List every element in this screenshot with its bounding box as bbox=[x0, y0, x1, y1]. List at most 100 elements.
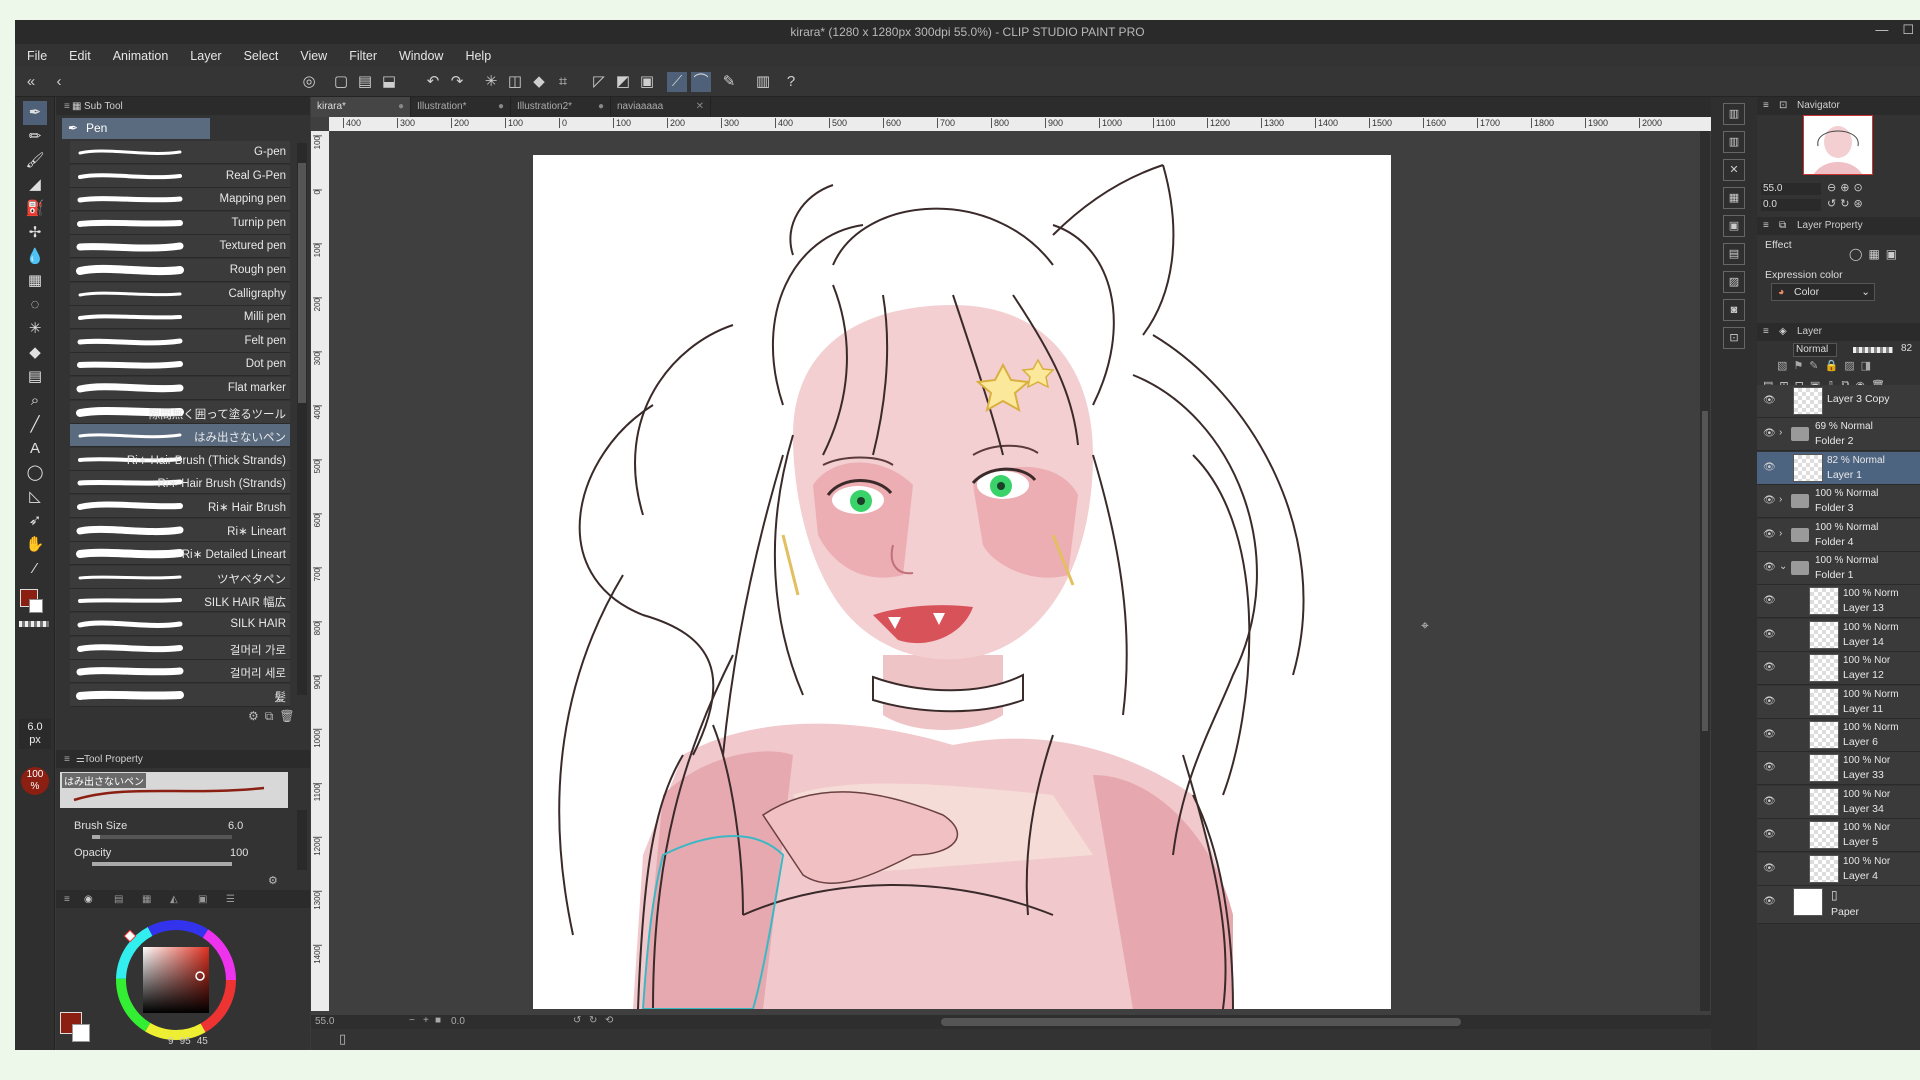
maximize-icon[interactable]: ☐ bbox=[1902, 22, 1914, 38]
visibility-eye-icon[interactable]: 👁 bbox=[1763, 529, 1776, 540]
brush-item[interactable]: ツヤベタペン bbox=[70, 565, 290, 589]
lock-transparent-icon[interactable]: ▨ bbox=[1844, 359, 1854, 372]
clear-icon[interactable]: ✳ bbox=[481, 72, 501, 92]
rotate-right-icon[interactable]: ↻ bbox=[589, 1015, 597, 1026]
brush-item[interactable]: Real G-Pen bbox=[70, 164, 290, 188]
visibility-eye-icon[interactable]: 👁 bbox=[1763, 796, 1776, 807]
layer-row[interactable]: 👁 100 % Nor Layer 4 bbox=[1757, 852, 1920, 886]
layer-color-icon[interactable]: ▣ bbox=[1886, 247, 1897, 261]
brush-item[interactable]: SILK HAIR bbox=[70, 613, 290, 636]
opacity-slider[interactable] bbox=[92, 862, 232, 866]
opacity-field[interactable]: 100 bbox=[230, 847, 248, 859]
material-panel-icon-8[interactable]: ◙ bbox=[1723, 299, 1745, 321]
save-icon[interactable]: ⬓ bbox=[379, 72, 399, 92]
brush-item[interactable]: G-pen bbox=[70, 141, 290, 164]
close-icon[interactable]: ● bbox=[398, 97, 404, 117]
snap-ruler-icon[interactable]: ⟋ bbox=[667, 72, 687, 92]
color-history-tab-icon[interactable]: ☰ bbox=[226, 894, 235, 905]
pencil-tool-icon[interactable]: ✏ bbox=[23, 125, 47, 149]
color-set-tab-icon[interactable]: ▦ bbox=[142, 894, 151, 905]
material-panel-icon-5[interactable]: ▣ bbox=[1723, 215, 1745, 237]
brush-item[interactable]: Mapping pen bbox=[70, 188, 290, 212]
brush-item[interactable]: Ri∗ Hair Brush (Thick Strands) bbox=[70, 447, 290, 471]
close-icon[interactable]: ● bbox=[598, 97, 604, 117]
close-icon[interactable]: ● bbox=[498, 97, 504, 117]
approx-color-tab-icon[interactable]: ▣ bbox=[198, 894, 207, 905]
object-tool-icon[interactable]: ➶ bbox=[23, 509, 47, 533]
material-panel-icon-4[interactable]: ▦ bbox=[1723, 187, 1745, 209]
layer-row[interactable]: 👁 82 % Normal Layer 1 bbox=[1757, 451, 1920, 485]
visibility-eye-icon[interactable]: 👁 bbox=[1763, 462, 1776, 473]
auto-select-icon[interactable]: ✳ bbox=[23, 317, 47, 341]
menu-layer[interactable]: Layer bbox=[190, 49, 221, 63]
canvas-horizontal-scroll-thumb[interactable] bbox=[941, 1018, 1461, 1026]
brush-item[interactable]: Textured pen bbox=[70, 235, 290, 259]
layer-row[interactable]: 👁 100 % Norm Layer 14 bbox=[1757, 618, 1920, 652]
horizontal-ruler[interactable]: 400 300 200 100 0 100 200 300 400 500 600 700 800 900… bbox=[329, 117, 1711, 131]
layer-row[interactable]: 👁 100 % Nor Layer 12 bbox=[1757, 652, 1920, 686]
navigator-zoom-field[interactable]: 55.0 bbox=[1761, 183, 1821, 195]
layer-row[interactable]: 👁 Layer 3 Copy bbox=[1757, 385, 1920, 418]
brush-item[interactable]: Felt pen bbox=[70, 329, 290, 353]
decoration-tool-icon[interactable]: ✢ bbox=[23, 221, 47, 245]
visibility-eye-icon[interactable]: 👁 bbox=[1763, 896, 1776, 907]
rotate-left-icon[interactable]: ↺ bbox=[1827, 197, 1836, 210]
menu-lines-icon[interactable]: ≡ bbox=[64, 894, 70, 905]
chevron-right-icon[interactable]: › bbox=[1779, 528, 1782, 539]
hand-tool-icon[interactable]: ✋ bbox=[23, 533, 47, 557]
clip-layer-icon[interactable]: ▥ bbox=[753, 72, 773, 92]
transparent-swatch[interactable] bbox=[19, 621, 49, 627]
brush-item[interactable]: 髪 bbox=[70, 683, 290, 707]
tab-naviaaaaa[interactable]: naviaaaaa ✕ bbox=[611, 97, 711, 117]
brush-item[interactable]: Flat marker bbox=[70, 377, 290, 400]
visibility-eye-icon[interactable]: 👁 bbox=[1763, 395, 1776, 406]
chevron-right-icon[interactable]: › bbox=[1779, 494, 1782, 505]
brush-item[interactable]: Dot pen bbox=[70, 353, 290, 377]
color-slider-tab-icon[interactable]: ▤ bbox=[114, 894, 123, 905]
airbrush-tool-icon[interactable]: ⛽ bbox=[23, 197, 47, 221]
brush-item[interactable]: 걸머리 가로 bbox=[70, 636, 290, 660]
menu-lines-icon[interactable]: ≡ bbox=[1763, 97, 1769, 115]
visibility-eye-icon[interactable]: 👁 bbox=[1763, 562, 1776, 573]
brush-item[interactable]: はみ出さないペン bbox=[70, 424, 290, 448]
zoom-in-icon[interactable]: ⊕ bbox=[1840, 181, 1849, 194]
visibility-eye-icon[interactable]: 👁 bbox=[1763, 829, 1776, 840]
gradient-tool-icon[interactable]: ▤ bbox=[23, 365, 47, 389]
visibility-eye-icon[interactable]: 👁 bbox=[1763, 495, 1776, 506]
selection-invert-icon[interactable]: ◩ bbox=[613, 72, 633, 92]
minimize-icon[interactable]: — bbox=[1875, 22, 1888, 38]
layer-row[interactable]: 👁 100 % Norm Layer 11 bbox=[1757, 685, 1920, 719]
vertical-ruler[interactable]: 100 0 100 200 300 400 500 600 700 800 900 1000 1100 1… bbox=[311, 131, 329, 1011]
frame-tool-icon[interactable]: ◺ bbox=[23, 485, 47, 509]
color-wheel[interactable] bbox=[76, 914, 276, 1044]
tab-illustration[interactable]: Illustration* ● bbox=[411, 97, 511, 117]
open-file-icon[interactable]: ▤ bbox=[355, 72, 375, 92]
timeline-toggle-icon[interactable]: ▯ bbox=[339, 1031, 346, 1047]
visibility-eye-icon[interactable]: 👁 bbox=[1763, 696, 1776, 707]
help-icon[interactable]: ? bbox=[781, 72, 801, 92]
reference-layer-icon[interactable]: ⚑ bbox=[1793, 359, 1803, 372]
rotation-readout[interactable]: 0.0 bbox=[451, 1016, 465, 1027]
menu-lines-icon[interactable]: ≡ bbox=[1763, 217, 1769, 235]
brush-item[interactable]: 隙間無く囲って塗るツール bbox=[70, 400, 290, 424]
layer-folder-row[interactable]: 👁 ⌄ 100 % Normal Folder 1 bbox=[1757, 552, 1920, 585]
rotate-left-icon[interactable]: ↺ bbox=[573, 1015, 581, 1026]
tool-property-scrollbar[interactable] bbox=[297, 810, 307, 870]
zoom-readout[interactable]: 55.0 bbox=[315, 1016, 334, 1027]
layer-folder-row[interactable]: 👁 › 100 % Normal Folder 3 bbox=[1757, 485, 1920, 519]
undo-icon[interactable]: ↶ bbox=[423, 72, 443, 92]
brush-item[interactable]: Rough pen bbox=[70, 259, 290, 282]
brush-tool-icon[interactable]: 🖌 bbox=[23, 149, 47, 173]
menu-edit[interactable]: Edit bbox=[69, 49, 91, 63]
visibility-eye-icon[interactable]: 👁 bbox=[1763, 428, 1776, 439]
chevron-right-icon[interactable]: › bbox=[1779, 427, 1782, 438]
copy-sub-tool-icon[interactable]: ⧉ bbox=[265, 709, 274, 724]
color-wheel-tab-icon[interactable]: ◉ bbox=[84, 894, 93, 905]
layer-folder-row[interactable]: 👁 › 100 % Normal Folder 4 bbox=[1757, 518, 1920, 552]
selection-border-icon[interactable]: ▣ bbox=[637, 72, 657, 92]
brush-item[interactable]: Milli pen bbox=[70, 306, 290, 330]
blend-tool-icon[interactable]: 💧 bbox=[23, 245, 47, 269]
brush-list-scrollbar[interactable] bbox=[297, 143, 307, 695]
rotate-right-icon[interactable]: ↻ bbox=[1840, 197, 1849, 210]
sub-color-swatch[interactable] bbox=[29, 599, 43, 613]
